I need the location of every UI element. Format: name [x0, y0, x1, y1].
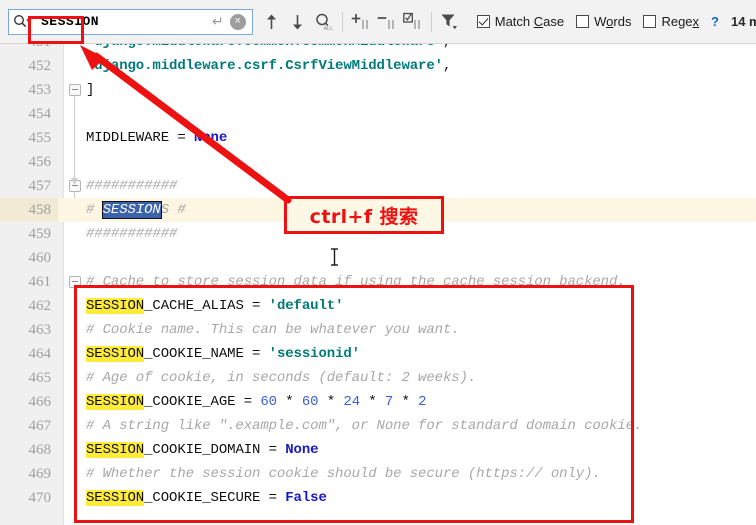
search-field-container[interactable]: ↵ ×	[8, 8, 253, 35]
line-number: 458	[0, 198, 58, 222]
code-text: ]	[86, 82, 95, 98]
match-case-checkbox[interactable]	[476, 15, 490, 28]
code-lines-container[interactable]: 451 'django.middleware.common.CommonMidd…	[0, 44, 756, 511]
words-checkbox[interactable]	[576, 15, 590, 28]
svg-text:ALL: ALL	[324, 26, 334, 31]
fold-collapse-icon[interactable]	[69, 276, 81, 288]
code-line[interactable]: 456	[0, 150, 756, 174]
code-line[interactable]: 468 SESSION_COOKIE_DOMAIN = None	[0, 438, 756, 462]
code-text: SESSION_COOKIE_AGE = 60 * 60 * 24 * 7 * …	[86, 394, 427, 410]
code-line[interactable]: 452 'django.middleware.csrf.CsrfViewMidd…	[0, 54, 756, 78]
line-number: 467	[28, 418, 52, 434]
code-editor[interactable]: 451 'django.middleware.common.CommonMidd…	[0, 44, 756, 525]
code-text: SESSION_COOKIE_SECURE = False	[86, 490, 327, 506]
code-text: MIDDLEWARE = None	[86, 130, 228, 146]
line-number: 457	[28, 178, 52, 194]
line-number: 453	[28, 82, 52, 98]
regex-option[interactable]: Regex	[643, 14, 699, 29]
code-text: SESSION_COOKIE_DOMAIN = None	[86, 442, 319, 458]
code-line[interactable]: 454	[0, 102, 756, 126]
find-next-button[interactable]	[285, 8, 311, 36]
line-number: 461	[28, 274, 52, 290]
code-line[interactable]: 463 # Cookie name. This can be whatever y…	[0, 318, 756, 342]
code-line[interactable]: 462 SESSION_CACHE_ALIAS = 'default'	[0, 294, 756, 318]
code-line[interactable]: 453]	[0, 78, 756, 102]
code-text: # Age of cookie, in seconds (default: 2 …	[86, 370, 477, 386]
code-line[interactable]: 467 # A string like ".example.com", or No…	[0, 414, 756, 438]
code-text: # A string like ".example.com", or None …	[86, 418, 643, 434]
code-text: # Cache to store session data if using t…	[86, 274, 626, 290]
enter-return-icon: ↵	[212, 13, 224, 29]
add-selection-button[interactable]	[348, 8, 374, 36]
line-number: 452	[28, 58, 52, 74]
filter-funnel-icon[interactable]	[437, 8, 463, 36]
line-number: 459	[28, 226, 52, 242]
code-line[interactable]: 465 # Age of cookie, in seconds (default:…	[0, 366, 756, 390]
line-number: 456	[28, 154, 52, 170]
select-all-occurrences-button[interactable]	[400, 8, 426, 36]
toolbar-divider-2	[430, 11, 432, 32]
code-text: # Cookie name. This can be whatever you …	[86, 322, 460, 338]
match-case-option[interactable]: Match Case	[476, 14, 565, 29]
words-option[interactable]: Words	[576, 14, 631, 29]
code-line[interactable]: 464 SESSION_COOKIE_NAME = 'sessionid'	[0, 342, 756, 366]
line-number: 470	[28, 490, 52, 506]
search-magnifier-icon[interactable]	[9, 10, 39, 34]
annotation-text: ctrl+f 搜索	[309, 205, 419, 228]
code-text: # SESSIONS #	[86, 201, 186, 219]
code-line[interactable]: 455 MIDDLEWARE = None	[0, 126, 756, 150]
line-number: 451	[0, 44, 58, 54]
line-number: 465	[28, 370, 52, 386]
find-previous-button[interactable]	[259, 8, 285, 36]
regex-checkbox[interactable]	[643, 15, 657, 28]
ide-find-screen: ↵ × ALL	[0, 0, 756, 525]
line-number: 468	[28, 442, 52, 458]
toolbar-divider-1	[341, 11, 343, 32]
clear-search-icon[interactable]: ×	[229, 13, 246, 30]
line-number: 469	[28, 466, 52, 482]
code-line[interactable]: 457 ###########	[0, 174, 756, 198]
line-number: 460	[28, 250, 52, 266]
fold-collapse-icon[interactable]	[69, 84, 81, 96]
code-line[interactable]: 451 'django.middleware.common.CommonMidd…	[0, 44, 756, 54]
line-number: 464	[28, 346, 52, 362]
find-toolbar: ↵ × ALL	[0, 0, 756, 44]
annotation-callout: ctrl+f 搜索	[284, 196, 444, 234]
line-number: 454	[28, 106, 52, 122]
remove-selection-button[interactable]	[374, 8, 400, 36]
search-input[interactable]	[39, 10, 210, 33]
line-number: 462	[28, 298, 52, 314]
line-number: 463	[28, 322, 52, 338]
code-text: 'django.middleware.common.CommonMiddlewa…	[86, 44, 451, 54]
code-line[interactable]: 470 SESSION_COOKIE_SECURE = False	[0, 486, 756, 510]
line-number: 455	[28, 130, 52, 146]
code-text: ###########	[86, 226, 178, 242]
code-text: # Whether the session cookie should be s…	[86, 466, 601, 482]
line-number: 466	[28, 394, 52, 410]
code-line[interactable]: 466 SESSION_COOKIE_AGE = 60 * 60 * 24 * 7…	[0, 390, 756, 414]
fold-guide-line	[74, 192, 75, 198]
code-text: SESSION_CACHE_ALIAS = 'default'	[86, 298, 344, 314]
code-line[interactable]: 461 # Cache to store session data if usin…	[0, 270, 756, 294]
code-text: ###########	[86, 178, 178, 194]
code-line[interactable]: 460	[0, 246, 756, 270]
code-text: 'django.middleware.csrf.CsrfViewMiddlewa…	[86, 58, 452, 74]
words-label: Words	[594, 14, 632, 29]
match-count-label: 14 m	[730, 14, 756, 29]
code-text: SESSION_COOKIE_NAME = 'sessionid'	[86, 346, 360, 362]
find-all-button[interactable]: ALL	[311, 8, 337, 36]
regex-label: Regex	[661, 14, 700, 29]
match-case-label: Match Case	[494, 14, 565, 29]
code-line[interactable]: 469 # Whether the session cookie should b…	[0, 462, 756, 486]
fold-guide-line	[74, 96, 75, 178]
help-button[interactable]: ?	[711, 14, 719, 29]
